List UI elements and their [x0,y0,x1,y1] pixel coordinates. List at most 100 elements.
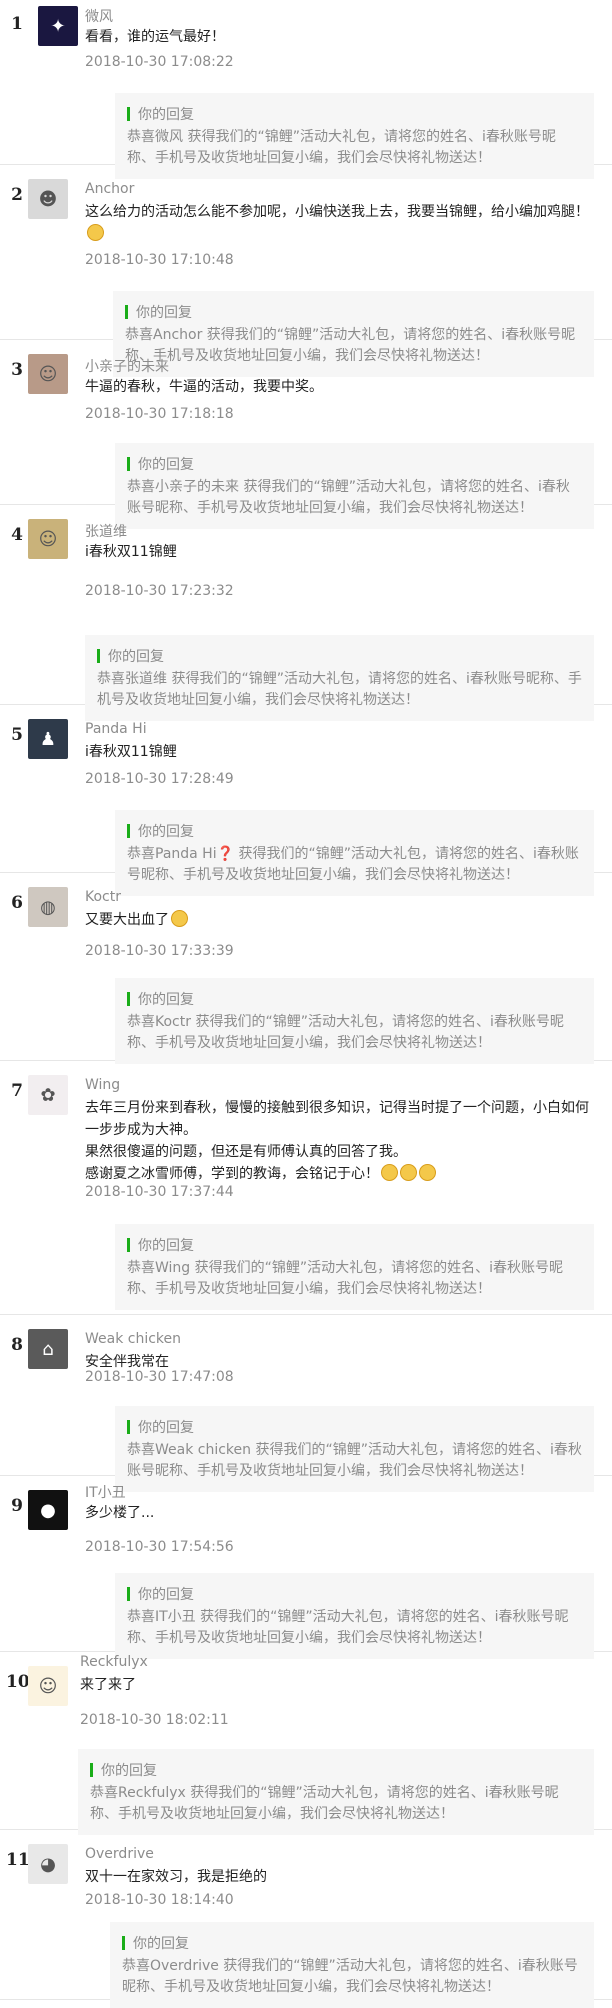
rank-number: 8 [11,1335,23,1355]
cartoon-avatar-icon[interactable]: ✿ [28,1075,68,1115]
reply-accent-bar [127,1238,130,1252]
emoji-face-icon [400,1164,417,1181]
comment-item: 10 ☺ Reckfulyx 来了来了 2018-10-30 18:02:11 你的回复恭… [0,1652,612,1835]
comment-timestamp: 2018-10-30 17:18:18 [85,406,234,422]
commenter-name[interactable]: IT小丑 [85,1482,126,1502]
reply-label: 你的回复 [133,1936,189,1952]
reply-header: 你的回复 [127,822,582,840]
commenter-name[interactable]: 张道维 [85,521,127,541]
reply-label: 你的回复 [138,992,194,1008]
comment-text: 来了来了 [80,1674,594,1696]
reply-label: 你的回复 [138,457,194,473]
cartoon-avatar-icon[interactable]: ☺ [28,1666,68,1706]
comment-item: 5 ♟ Panda Hi i春秋双11锦鲤 2018-10-30 17:28:49 你的回… [0,705,612,896]
commenter-name[interactable]: 微风 [85,6,113,26]
reply-header: 你的回复 [127,1236,582,1254]
reply-label: 你的回复 [138,1587,194,1603]
comment-text: 双十一在家效习，我是拒绝的 [85,1866,594,1888]
comment-body: 这么给力的活动怎么能不参加呢，小编快送我上去，我要当锦鲤，给小编加鸡腿！ [85,204,589,220]
commenter-name[interactable]: Koctr [85,889,121,905]
mouse-logo-avatar-icon[interactable]: ● [28,1490,68,1530]
emoji-face-icon [87,224,104,241]
comment-text: 这么给力的活动怎么能不参加呢，小编快送我上去，我要当锦鲤，给小编加鸡腿！ [85,201,594,245]
comment-body: 安全伴我常在 [85,1354,169,1370]
comment-text: 多少楼了... [85,1502,594,1524]
comment-body: i春秋双11锦鲤 [85,544,177,560]
reply-text: 恭喜微风 获得我们的“锦鲤”活动大礼包，请将您的姓名、i春秋账号昵称、手机号及收… [127,129,556,166]
author-reply: 你的回复恭喜IT小丑 获得我们的“锦鲤”活动大礼包，请将您的姓名、i春秋账号昵称… [115,1573,594,1659]
face-sketch-avatar-icon[interactable]: ☻ [28,179,68,219]
comment-timestamp: 2018-10-30 17:10:48 [85,252,234,268]
reply-accent-bar [127,1420,130,1434]
commenter-name[interactable]: Anchor [85,181,134,197]
commenter-name[interactable]: Reckfulyx [80,1654,148,1670]
silhouette-avatar-icon[interactable]: ♟ [28,719,68,759]
commenter-name[interactable]: Overdrive [85,1846,154,1862]
reply-header: 你的回复 [127,105,582,123]
reply-accent-bar [97,649,100,663]
reply-accent-bar [127,457,130,471]
reply-accent-bar [127,1587,130,1601]
comment-text: 牛逼的春秋，牛逼的活动，我要中奖。 [85,376,594,398]
comment-timestamp: 2018-10-30 18:02:11 [80,1712,229,1728]
comment-body: 来了来了 [80,1677,136,1693]
commenter-name[interactable]: 小亲子的未来 [85,356,169,376]
reply-accent-bar [122,1936,125,1950]
reply-text: 恭喜Reckfulyx 获得我们的“锦鲤”活动大礼包，请将您的姓名、i春秋账号昵… [90,1785,559,1822]
comment-body: 多少楼了... [85,1505,155,1521]
author-reply: 你的回复 恭喜Wing 获得我们的“锦鲤”活动大礼包，请将您的姓名、i春秋账号昵称… [115,1224,594,1310]
reply-label: 你的回复 [138,107,194,123]
food-photo-avatar-icon[interactable]: ◍ [28,887,68,927]
comment-item: 6 ◍ Koctr 又要大出血了 2018-10-30 17:33:39 你的回复 恭喜Ko… [0,873,612,1064]
comment-item: 1 ✦ 微风 看看，谁的运气最好！ 2018-10-30 17:08:22 你的回复 恭喜微… [0,0,612,179]
reply-accent-bar [90,1763,93,1777]
reply-label: 你的回复 [108,649,164,665]
reply-label: 你的回复 [138,824,194,840]
reply-header: 你的回复 [122,1934,582,1952]
comment-list: 1 ✦ 微风 看看，谁的运气最好！ 2018-10-30 17:08:22 你的回复 恭喜微… [0,0,612,2008]
comment-text: i春秋双11锦鲤 [85,541,594,563]
person-photo-avatar-icon[interactable]: ☺ [28,519,68,559]
comment-timestamp: 2018-10-30 17:47:08 [85,1369,234,1385]
rank-number: 3 [11,360,23,380]
commenter-name[interactable]: Weak chicken [85,1331,181,1347]
comment-body: 又要大出血了 [85,912,169,928]
badge-avatar-icon[interactable]: ⌂ [28,1329,68,1369]
comment-body: 牛逼的春秋，牛逼的活动，我要中奖。 [85,379,323,395]
comment-item: 8 ⌂ Weak chicken 安全伴我常在 2018-10-30 17:47:08 你… [0,1315,612,1492]
cartoon-avatar-icon[interactable]: ◕ [28,1844,68,1884]
rank-number: 7 [11,1081,23,1101]
comment-item: 9 ● IT小丑 多少楼了... 2018-10-30 17:54:56 你的回复 恭喜IT… [0,1476,612,1659]
reply-label: 你的回复 [101,1763,157,1779]
comment-body: 双十一在家效习，我是拒绝的 [85,1869,267,1885]
comment-item: 7 ✿ Wing 去年三月份来到春秋，慢慢的接触到很多知识，记得当时提了一个问题，小白… [0,1061,612,1315]
reply-header: 你的回复 [127,990,582,1008]
reply-accent-bar [125,305,128,319]
commenter-name[interactable]: Panda Hi [85,721,147,737]
comment-timestamp: 2018-10-30 17:23:32 [85,583,234,599]
comment-item: 11 ◕ Overdrive 双十一在家效习，我是拒绝的 2018-10-30 18:1… [0,1830,612,2008]
comment-text: 又要大出血了 [85,909,594,931]
rank-number: 4 [11,525,23,545]
comment-item: 2 ☻ Anchor 这么给力的活动怎么能不参加呢，小编快送我上去，我要当锦鲤，给小编… [0,165,612,377]
emoji-face-icon [419,1164,436,1181]
person-photo-avatar-icon[interactable]: ☺ [28,354,68,394]
comment-timestamp: 2018-10-30 17:37:44 [85,1184,234,1200]
reply-label: 你的回复 [138,1420,194,1436]
comment-body: 看看，谁的运气最好！ [85,29,225,45]
comment-timestamp: 2018-10-30 17:33:39 [85,943,234,959]
reply-header: 你的回复 [127,455,582,473]
reply-label: 你的回复 [136,305,192,321]
comment-item: 4 ☺ 张道维 i春秋双11锦鲤 2018-10-30 17:23:32 你的回复 恭喜张道… [0,505,612,721]
comment-timestamp: 2018-10-30 18:14:40 [85,1892,234,1908]
galaxy-avatar-icon[interactable]: ✦ [38,6,78,46]
author-reply: 你的回复 恭喜Overdrive 获得我们的“锦鲤”活动大礼包，请将您的姓名、i春… [110,1922,594,2008]
reply-header: 你的回复 [90,1761,582,1779]
reply-text: 恭喜IT小丑 获得我们的“锦鲤”活动大礼包，请将您的姓名、i春秋账号昵称、手机号… [127,1609,569,1646]
commenter-name[interactable]: Wing [85,1077,120,1093]
comment-body: 去年三月份来到春秋，慢慢的接触到很多知识，记得当时提了一个问题，小白如何一步步成… [85,1100,589,1182]
author-reply: 你的回复恭喜Reckfulyx 获得我们的“锦鲤”活动大礼包，请将您的姓名、i春… [78,1749,594,1835]
author-reply: 你的回复 恭喜Koctr 获得我们的“锦鲤”活动大礼包，请将您的姓名、i春秋账号昵… [115,978,594,1064]
rank-number: 6 [11,893,23,913]
reply-accent-bar [127,824,130,838]
